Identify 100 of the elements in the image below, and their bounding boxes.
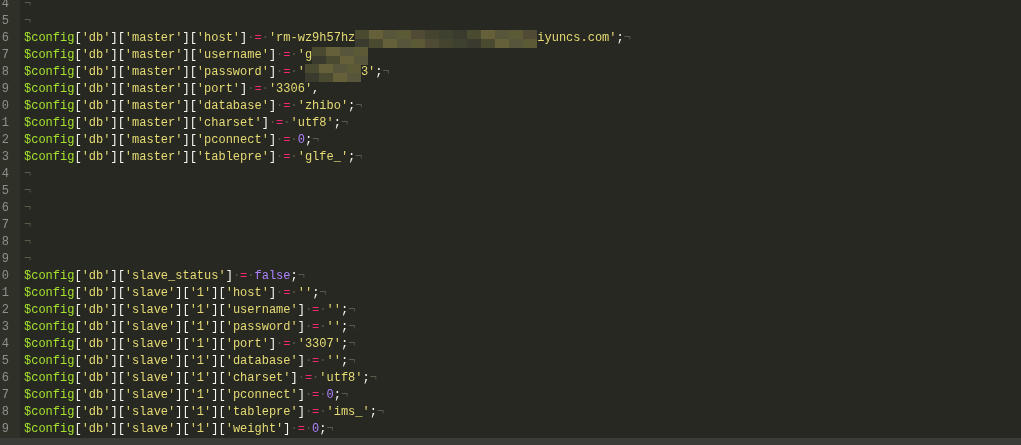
bracket-token: ]: [297, 319, 305, 336]
bracket-token: [: [74, 30, 82, 47]
key-token: '1': [189, 404, 212, 421]
line-number: 2: [0, 132, 20, 149]
line-number: 5: [0, 183, 20, 200]
bracket-token: ][: [110, 319, 125, 336]
value-token: '': [326, 353, 341, 370]
operator-token: =: [283, 98, 291, 115]
key-token: 'tablepre': [196, 149, 269, 166]
line-number: 1: [0, 115, 20, 132]
whitespace-mark: ·: [247, 81, 255, 98]
whitespace-mark: ·: [276, 149, 284, 166]
variable-token: $config: [24, 302, 75, 319]
bracket-token: ]: [240, 81, 248, 98]
line-number: 0: [0, 268, 20, 285]
bracket-token: [: [74, 387, 82, 404]
bracket-token: ]: [268, 336, 277, 353]
key-token: 'master': [124, 132, 183, 149]
variable-token: $config: [24, 47, 75, 64]
line-end-mark: ¬: [369, 370, 377, 387]
value-token: ;: [340, 353, 349, 370]
line-number: 6: [0, 370, 20, 387]
key-token: 'db': [81, 115, 111, 132]
bracket-token: ][: [110, 370, 125, 387]
key-token: 'db': [81, 64, 111, 81]
bracket-token: ]: [297, 387, 305, 404]
bracket-token: [: [74, 115, 82, 132]
bracket-token: ][: [211, 370, 226, 387]
bracket-token: ][: [110, 149, 125, 166]
whitespace-mark: ·: [304, 353, 313, 370]
bracket-token: ][: [110, 336, 125, 353]
whitespace-mark: ·: [276, 47, 284, 64]
value-token: ;: [362, 370, 370, 387]
bracket-token: [: [74, 81, 82, 98]
value-token: ;: [333, 387, 341, 404]
value-token: ;: [340, 302, 349, 319]
bracket-token: ][: [182, 64, 197, 81]
key-token: 'slave': [124, 336, 176, 353]
line-number: 3: [0, 149, 20, 166]
bracket-token: ][: [211, 319, 226, 336]
value-token: ;: [616, 30, 624, 47]
value-token: '': [326, 319, 341, 336]
whitespace-mark: ·: [304, 302, 313, 319]
value-token: ;: [312, 285, 320, 302]
bracket-token: [: [74, 268, 82, 285]
key-token: 'db': [81, 336, 111, 353]
value-token: ;: [348, 98, 356, 115]
key-token: '1': [189, 336, 212, 353]
bracket-token: ][: [211, 285, 226, 302]
bracket-token: ][: [211, 404, 226, 421]
value-token: 'zhibo': [297, 98, 349, 115]
variable-token: $config: [24, 319, 75, 336]
bracket-token: ][: [211, 353, 226, 370]
bracket-token: ][: [211, 336, 226, 353]
key-token: 'database': [225, 353, 298, 370]
line-number: 1: [0, 285, 20, 302]
value-token: ;: [340, 319, 349, 336]
line-end-mark: ¬: [24, 0, 32, 13]
line-number: 7: [0, 387, 20, 404]
line-number: 4: [0, 166, 20, 183]
value-token: ;: [319, 421, 327, 438]
key-token: 'slave': [124, 319, 176, 336]
whitespace-mark: ·: [304, 404, 313, 421]
key-token: 'master': [124, 64, 183, 81]
key-token: 'db': [81, 302, 111, 319]
value-token: iyuncs.com': [537, 30, 617, 47]
value-token: ;: [304, 132, 313, 149]
key-token: '1': [189, 285, 212, 302]
variable-token: $config: [24, 370, 75, 387]
bracket-token: [: [74, 370, 82, 387]
bracket-token: [: [74, 336, 82, 353]
key-token: 'slave': [124, 404, 176, 421]
key-token: 'master': [124, 30, 183, 47]
whitespace-mark: ·: [268, 115, 277, 132]
value-token: '3306': [268, 81, 313, 98]
key-token: 'slave_status': [124, 268, 226, 285]
key-token: 'db': [81, 81, 111, 98]
bracket-token: ][: [182, 132, 197, 149]
variable-token: $config: [24, 30, 75, 47]
line-number: 8: [0, 234, 20, 251]
whitespace-mark: ·: [261, 30, 269, 47]
value-token: ;: [290, 268, 298, 285]
variable-token: $config: [24, 115, 75, 132]
bracket-token: [: [74, 285, 82, 302]
line-end-mark: ¬: [24, 13, 32, 30]
bracket-token: ]: [225, 268, 233, 285]
whitespace-mark: ·: [290, 132, 298, 149]
bracket-token: ]: [268, 47, 277, 64]
whitespace-mark: ·: [290, 149, 298, 166]
whitespace-mark: ·: [290, 285, 298, 302]
key-token: 'slave': [124, 387, 176, 404]
key-token: 'pconnect': [196, 132, 269, 149]
whitespace-mark: ·: [319, 404, 327, 421]
value-token: '': [297, 285, 313, 302]
key-token: 'pconnect': [225, 387, 298, 404]
value-token: 'utf8': [319, 370, 363, 387]
key-token: 'db': [81, 98, 111, 115]
line-number: 9: [0, 81, 20, 98]
key-token: 'charset': [196, 115, 262, 132]
key-token: 'db': [81, 132, 111, 149]
